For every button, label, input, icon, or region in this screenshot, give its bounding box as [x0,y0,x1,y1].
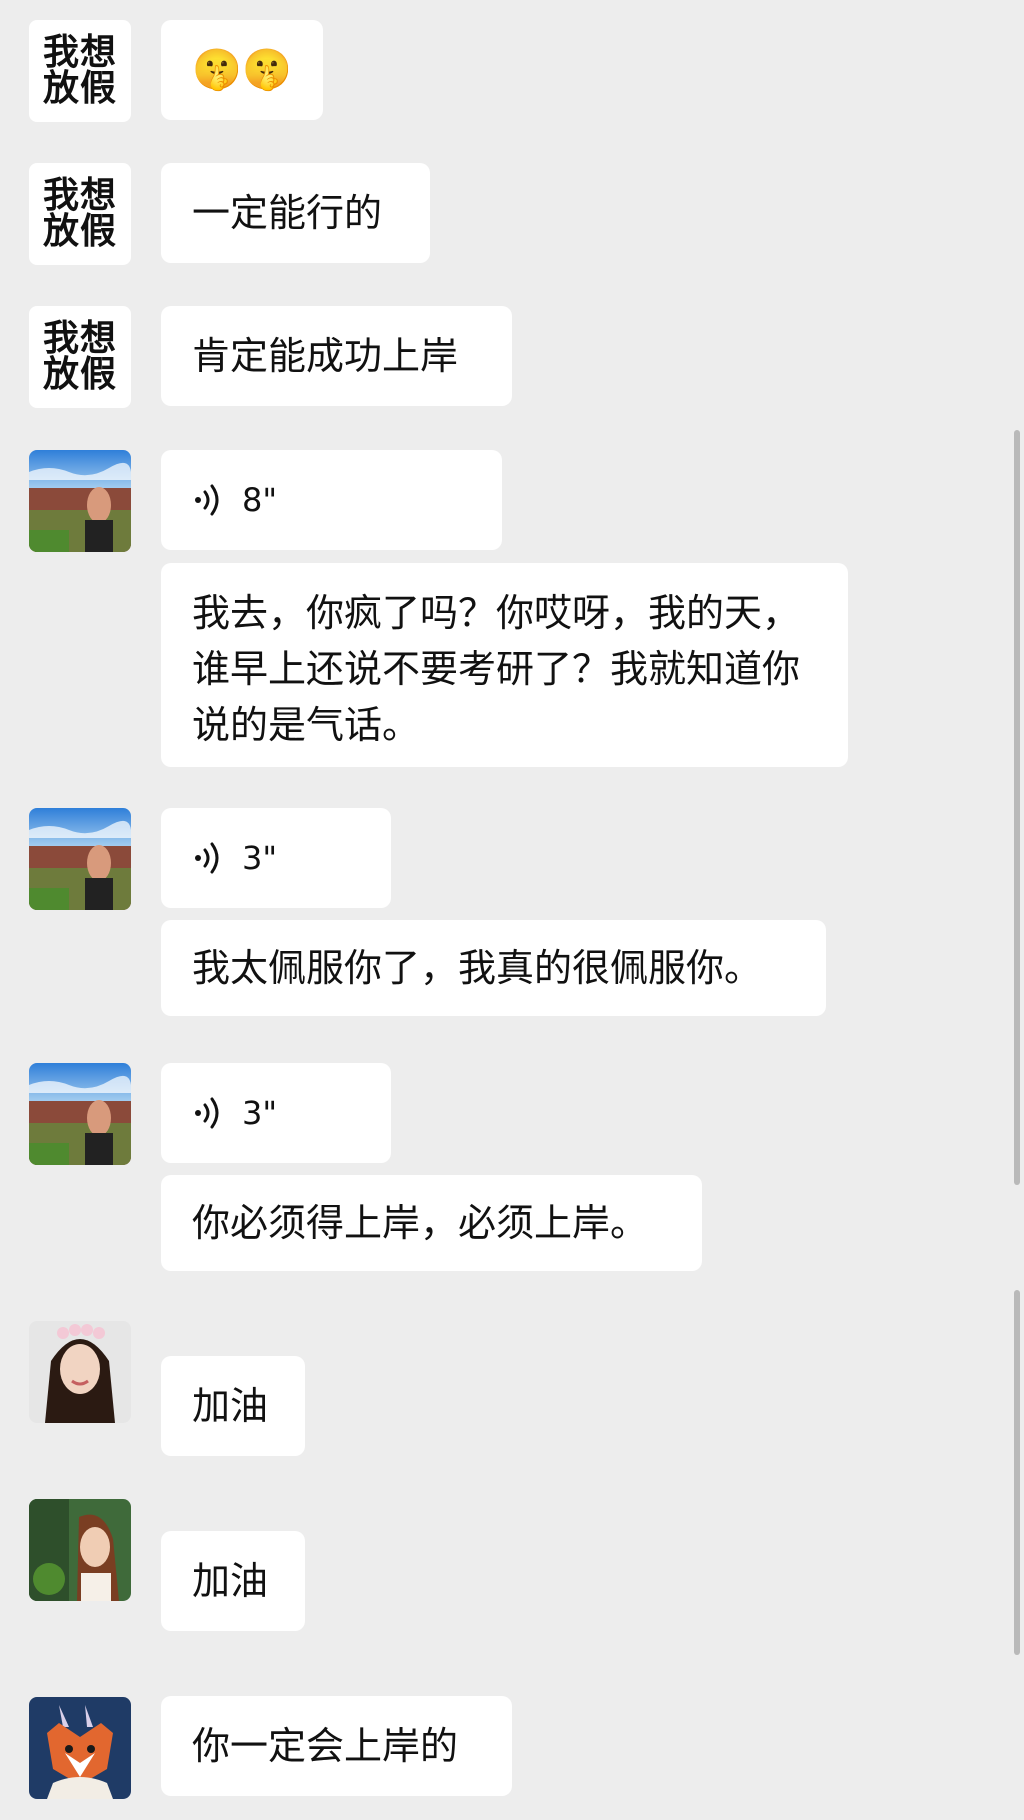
avatar-portrait-image [29,1321,131,1423]
avatar[interactable] [29,1063,131,1165]
message-text: 加油 [192,1559,269,1603]
voice-wave-icon [195,484,219,516]
voice-message-bubble[interactable]: 3" [161,808,391,908]
message-text: 肯定能成功上岸 [192,334,459,378]
transcript-bubble[interactable]: 我太佩服你了，我真的很佩服你。 [161,920,826,1016]
message-text: 加油 [192,1384,269,1428]
message-bubble[interactable]: 肯定能成功上岸 [161,306,512,406]
message-bubble[interactable]: 🤫🤫 [161,20,323,120]
avatar[interactable]: 我想 放假 [29,306,131,408]
message-text: 一定能行的 [192,191,383,235]
transcript-bubble[interactable]: 你必须得上岸，必须上岸。 [161,1175,702,1271]
message-text: 我去，你疯了吗？你哎呀，我的天，谁早上还说不要考研了？我就知道你说的是气话。 [192,591,801,747]
message-text: 我太佩服你了，我真的很佩服你。 [192,946,763,990]
voice-message-bubble[interactable]: 3" [161,1063,391,1163]
voice-duration: 3" [242,1094,278,1132]
transcript-bubble[interactable]: 我去，你疯了吗？你哎呀，我的天，谁早上还说不要考研了？我就知道你说的是气话。 [161,563,848,767]
message-bubble[interactable]: 你一定会上岸的 [161,1696,512,1796]
avatar-text: 我想 放假 [42,175,117,252]
avatar[interactable] [29,808,131,910]
scrollbar[interactable] [1014,1290,1020,1655]
scrollbar[interactable] [1014,430,1020,1185]
avatar[interactable] [29,1697,131,1799]
avatar[interactable]: 我想 放假 [29,163,131,265]
avatar[interactable] [29,450,131,552]
voice-duration: 8" [242,481,278,519]
emoji-text: 🤫🤫 [192,47,292,93]
avatar[interactable]: 我想 放假 [29,20,131,122]
message-text: 你必须得上岸，必须上岸。 [192,1201,649,1245]
avatar[interactable] [29,1499,131,1601]
avatar-text: 我想 放假 [42,318,117,395]
voice-wave-icon [195,842,219,874]
avatar-fox-character-image [29,1697,131,1799]
message-bubble[interactable]: 加油 [161,1356,305,1456]
message-bubble[interactable]: 加油 [161,1531,305,1631]
avatar-portrait-image [29,1499,131,1601]
message-bubble[interactable]: 一定能行的 [161,163,430,263]
avatar-landscape-image [29,1063,131,1165]
message-text: 你一定会上岸的 [192,1724,459,1768]
avatar[interactable] [29,1321,131,1423]
avatar-landscape-image [29,808,131,910]
voice-message-bubble[interactable]: 8" [161,450,502,550]
avatar-landscape-image [29,450,131,552]
avatar-text: 我想 放假 [42,32,117,109]
voice-duration: 3" [242,839,278,877]
voice-wave-icon [195,1097,219,1129]
